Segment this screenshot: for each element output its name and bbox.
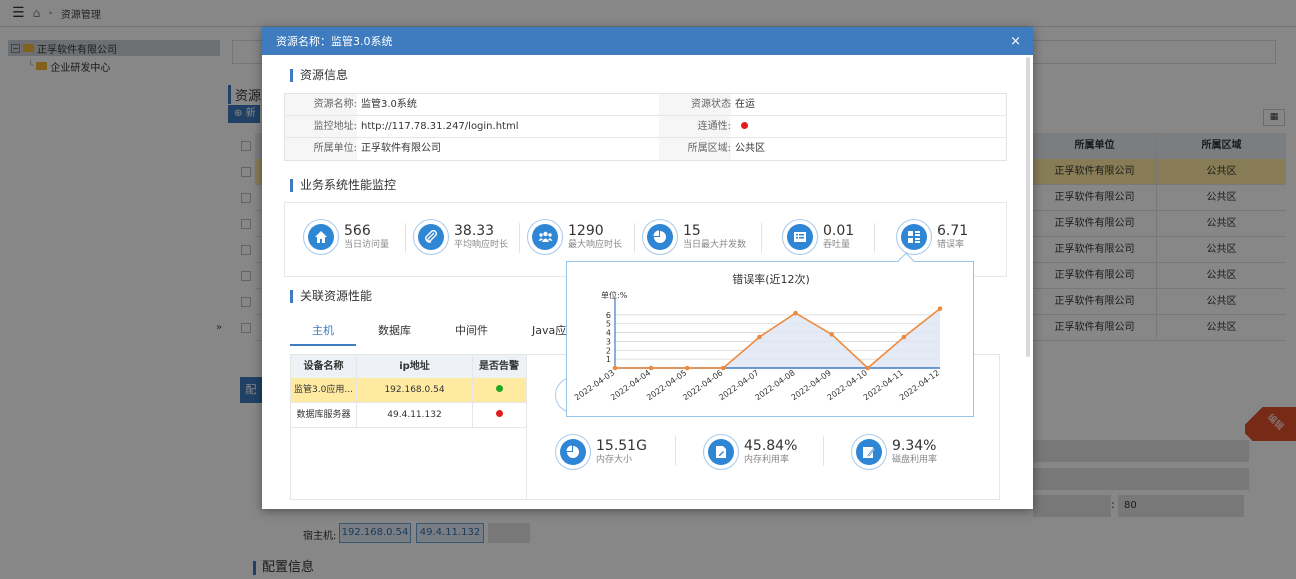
close-icon[interactable]: × [1010,34,1021,49]
section-perf-monitor: 业务系统性能监控 [290,179,396,192]
pie-icon [653,230,666,243]
stat-memory-size: 15.51G 内存大小 [555,434,647,470]
doc-edit-icon [716,446,726,458]
y-tick-label: 5 [606,320,611,329]
section-resource-info: 资源信息 [290,69,348,82]
modal-title: 资源名称：监管3.0系统 [276,35,393,48]
connectivity-status-dot [741,121,748,129]
y-tick-label: 4 [606,329,611,338]
metric-max-response: 1290 最大响应时长 [527,219,622,255]
y-tick-label: 2 [606,346,611,355]
data-point [937,306,943,311]
tab-database[interactable]: 数据库 [356,322,433,346]
divider [405,223,406,253]
tab-host[interactable]: 主机 [290,322,356,346]
table-row[interactable]: 监管3.0应用... 192.168.0.54 [291,378,526,403]
data-point [829,332,834,337]
divider [874,223,875,253]
data-point [721,365,726,371]
data-point [612,365,618,371]
tab-middleware[interactable]: 中间件 [433,322,510,346]
divider [634,223,635,253]
error-rate-chart: 1234562022-04-032022-04-042022-04-052022… [573,298,943,402]
users-icon [538,231,552,242]
scrollbar[interactable] [1026,57,1030,357]
list-icon [794,232,806,242]
table-row[interactable]: 数据库服务器 49.4.11.132 [291,403,526,428]
pie-icon [566,445,579,458]
data-point [865,365,871,371]
y-tick-label: 3 [606,337,611,346]
metric-throughput: 0.01 吞吐量 [782,219,854,255]
data-point [901,334,907,340]
stat-disk-usage: 9.34% 磁盘利用率 [851,434,937,470]
paperclip-icon [425,230,437,243]
data-point [648,365,654,371]
divider [675,436,676,466]
modal-header: 资源名称：监管3.0系统 × [262,27,1033,55]
grid-icon [908,231,920,243]
data-point [793,310,798,316]
note-edit-icon [863,447,876,458]
alarm-status-dot [495,410,503,417]
y-tick-label: 1 [606,355,611,364]
data-point [757,334,762,340]
divider [519,223,520,253]
home-icon [315,231,327,243]
x-tick-label: 2022-04-12 [898,368,941,402]
metric-error-rate[interactable]: 6.71 错误率 [896,219,968,255]
resource-info-table: 资源名称: 监管3.0系统 资源状态 在运 监控地址: http://117.7… [284,93,1007,161]
alarm-status-dot [495,385,503,392]
host-table: 设备名称 ip地址 是否告警 监管3.0应用... 192.168.0.54 数… [291,355,527,499]
y-tick-label: 6 [606,311,611,320]
metric-max-concurrency: 15 当日最大并发数 [642,219,746,255]
metric-visits: 566 当日访问量 [303,219,389,255]
data-point [684,365,690,371]
divider [823,436,824,466]
metric-avg-response: 38.33 平均响应时长 [413,219,508,255]
divider [761,223,762,253]
error-rate-chart-popup: 错误率(近12次) 单位:% 1 2 3 4 5 6 2022-04-03 2022-04-0… [566,252,974,417]
related-tabs: 主机 数据库 中间件 Java应用 [290,322,599,346]
stat-memory-usage: 45.84% 内存利用率 [703,434,797,470]
section-related-perf: 关联资源性能 [290,290,372,303]
table-header: 设备名称 ip地址 是否告警 [291,355,526,378]
